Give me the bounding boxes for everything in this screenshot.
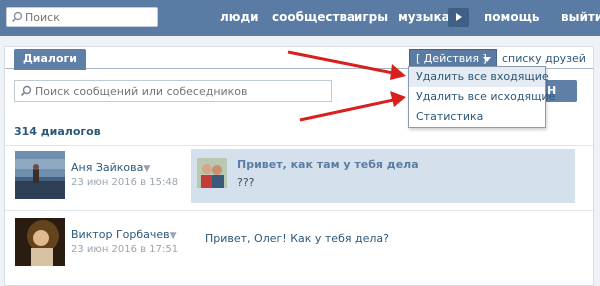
dialog-date: 23 июн 2016 в 17:51: [71, 244, 179, 255]
chevron-down-icon: [483, 57, 491, 62]
caret-down-icon[interactable]: ▼: [170, 231, 177, 241]
global-search-input[interactable]: [25, 9, 155, 25]
play-icon[interactable]: [448, 8, 469, 27]
avatar[interactable]: [15, 151, 65, 199]
avatar: [197, 158, 227, 188]
dialog-user-name[interactable]: Виктор Горбачев▼: [71, 228, 177, 241]
actions-dropdown-menu: Удалить все входящие Удалить все исходящ…: [408, 66, 555, 128]
caret-down-icon[interactable]: ▼: [143, 164, 150, 174]
nav-games[interactable]: игры: [354, 10, 388, 24]
message-body: ???: [237, 176, 255, 189]
nav-music[interactable]: музыка: [398, 10, 450, 24]
message-search-input[interactable]: [35, 83, 325, 99]
nav-people[interactable]: люди: [220, 10, 259, 24]
divider: [5, 145, 593, 146]
search-icon: [11, 11, 23, 23]
global-search-box[interactable]: [6, 7, 158, 27]
user-name-text: Аня Зайкова: [71, 161, 144, 174]
divider: [5, 210, 593, 211]
friends-list-link[interactable]: списку друзей: [502, 52, 586, 65]
user-name-text: Виктор Горбачев: [71, 228, 170, 241]
menu-item-delete-outgoing[interactable]: Удалить все исходящие: [409, 87, 555, 107]
nav-communities[interactable]: сообщества: [272, 10, 355, 24]
dialog-row[interactable]: Аня Зайкова▼ 23 июн 2016 в 15:48 Привет,…: [5, 147, 593, 205]
message-search-box[interactable]: [14, 80, 332, 102]
message-title: Привет, как там у тебя дела: [237, 158, 419, 171]
last-message-preview[interactable]: Привет, как там у тебя дела ???: [191, 149, 575, 203]
avatar[interactable]: [15, 218, 65, 266]
dialog-user-name[interactable]: Аня Зайкова▼: [71, 161, 150, 174]
actions-dropdown-button[interactable]: [ Действия ]: [409, 49, 497, 67]
actions-label: [ Действия ]: [416, 52, 487, 65]
dialogs-count: 314 диалогов: [14, 125, 101, 138]
nav-logout[interactable]: выйти: [561, 10, 600, 24]
top-navigation-bar: люди сообщества игры музыка помощь выйти: [0, 0, 600, 36]
tab-dialogs[interactable]: Диалоги: [14, 49, 86, 70]
menu-item-delete-incoming[interactable]: Удалить все входящие: [409, 67, 549, 87]
nav-help[interactable]: помощь: [484, 10, 539, 24]
dialog-row[interactable]: Виктор Горбачев▼ 23 июн 2016 в 17:51 При…: [5, 214, 593, 272]
search-icon: [20, 85, 32, 97]
last-message-preview[interactable]: Привет, Олег! Как у тебя дела?: [205, 232, 389, 245]
menu-item-statistics[interactable]: Статистика: [409, 107, 545, 127]
dialog-date: 23 июн 2016 в 15:48: [71, 177, 179, 188]
